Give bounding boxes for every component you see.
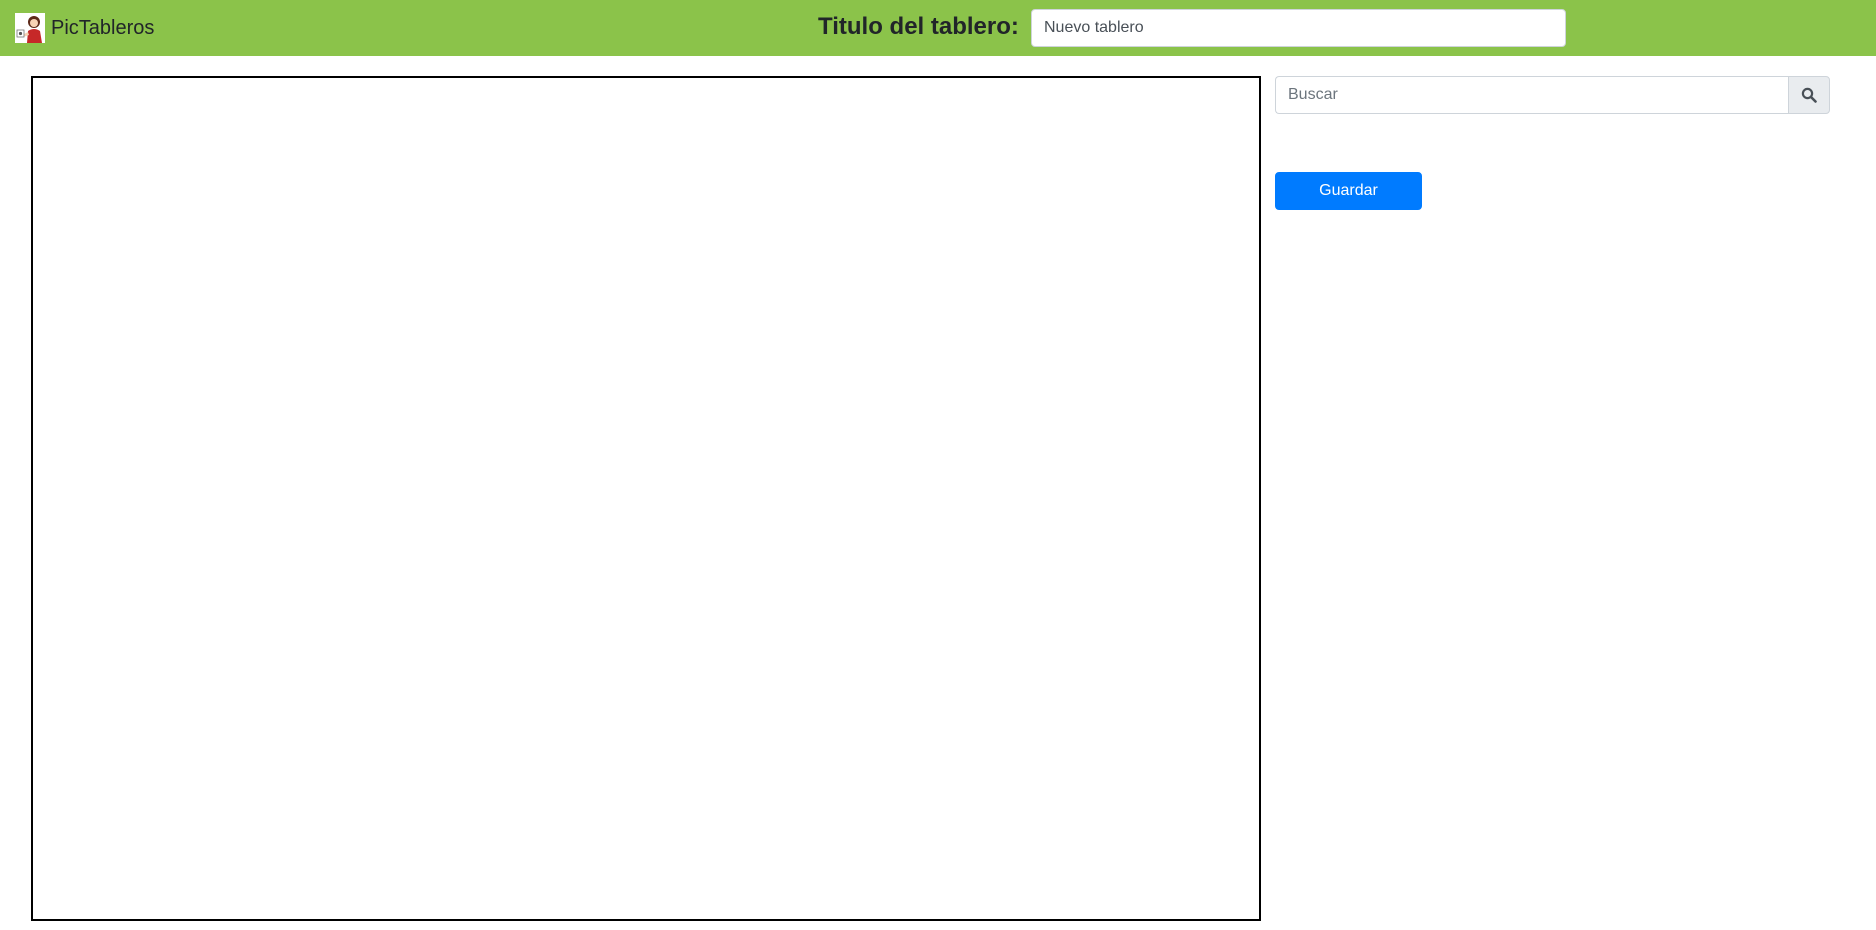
board-title-input[interactable] [1031,9,1566,47]
search-icon [1801,87,1817,103]
search-input[interactable] [1275,76,1788,114]
search-group [1275,76,1830,114]
brand-name: PicTableros [51,17,155,39]
brand-link[interactable]: PicTableros [15,12,154,44]
save-button[interactable]: Guardar [1275,172,1422,210]
board-canvas[interactable] [31,76,1261,921]
top-navbar: PicTableros Titulo del tablero: [0,0,1876,56]
girl-with-pictogram-icon [15,13,45,43]
search-button[interactable] [1788,76,1830,114]
board-title-label: Titulo del tablero: [818,13,1019,40]
